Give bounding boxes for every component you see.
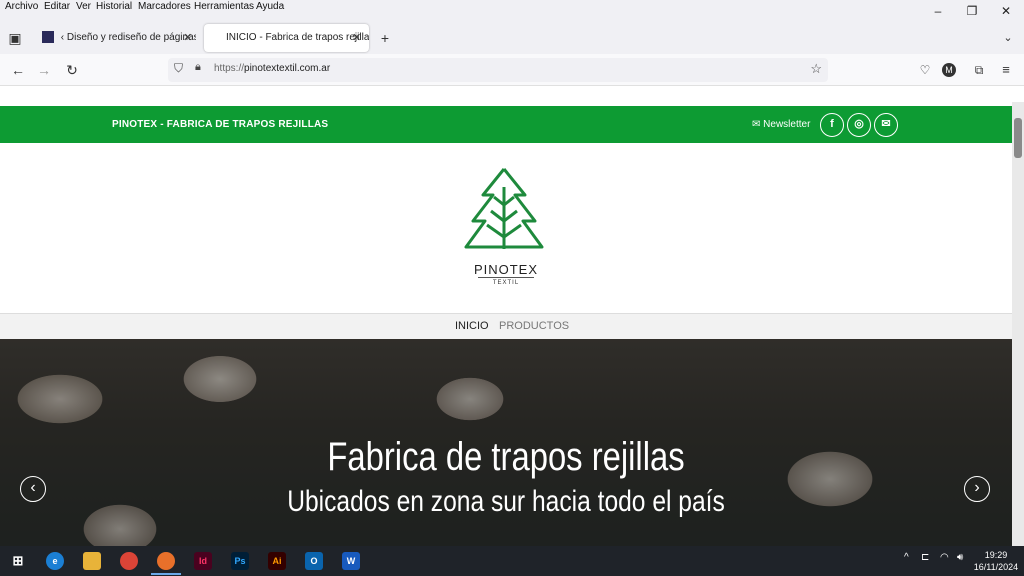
tab-diseno[interactable]: ‹ Diseño y rediseño de páginas	[36, 24, 196, 52]
bookmark-star-icon[interactable]: ☆	[810, 61, 822, 77]
menu-ayuda[interactable]: Ayuda	[256, 1, 284, 12]
restore-icon[interactable]: ❐	[959, 3, 985, 19]
close-tab-icon[interactable]: ✕	[352, 31, 361, 44]
logo-divider	[478, 277, 534, 278]
url-text[interactable]: https://pinotextextil.com.ar	[214, 63, 330, 74]
close-tab-icon[interactable]: ✕	[183, 31, 192, 44]
pocket-icon[interactable]: ♡	[915, 60, 935, 80]
menu-marcadores[interactable]: Marcadores	[138, 1, 191, 12]
indesign-icon[interactable]: Id	[194, 552, 212, 570]
word-icon[interactable]: W	[342, 552, 360, 570]
photoshop-icon[interactable]: Ps	[231, 552, 249, 570]
instagram-icon[interactable]: ◎	[847, 113, 871, 137]
tab-label: INICIO - Fabrica de trapos rejilla	[226, 32, 369, 43]
windows-taskbar: ⊞ e Id Ps Ai O W ^ ⊏ ◠ 🔊︎ 19:29 16/11/20…	[0, 546, 1024, 576]
slider-prev-icon[interactable]: ‹	[20, 476, 46, 502]
edge-icon[interactable]: e	[46, 552, 64, 570]
menu-inicio[interactable]: INICIO	[455, 320, 489, 332]
top-green-bar: PINOTEX - FABRICA DE TRAPOS REJILLAS ✉ N…	[0, 106, 1012, 143]
wifi-icon[interactable]: ◠	[940, 552, 949, 563]
illustrator-icon[interactable]: Ai	[268, 552, 286, 570]
menu-historial[interactable]: Historial	[96, 1, 132, 12]
lock-icon[interactable]: 🔒︎	[195, 61, 201, 74]
menu-archivo[interactable]: Archivo	[5, 1, 38, 12]
tab-overview-icon[interactable]: ▣	[5, 28, 25, 48]
pine-tree-logo-icon[interactable]	[463, 165, 545, 257]
menu-productos[interactable]: PRODUCTOS	[499, 320, 569, 332]
reload-icon[interactable]: ↻	[62, 60, 82, 80]
scrollbar-thumb[interactable]	[1014, 118, 1022, 158]
tracking-shield-icon[interactable]: ⛉	[174, 61, 183, 76]
favicon-icon	[42, 31, 54, 44]
account-avatar-icon[interactable]: M	[942, 63, 956, 77]
clock-date: 16/11/2024	[973, 562, 1019, 572]
logo-name: PINOTEX	[473, 262, 539, 277]
site-brand[interactable]: PINOTEX - FABRICA DE TRAPOS REJILLAS	[112, 119, 328, 130]
windows-start-icon[interactable]: ⊞	[9, 552, 27, 570]
system-clock[interactable]: 19:29 16/11/2024	[972, 549, 1020, 573]
newsletter-link[interactable]: ✉ Newsletter	[752, 119, 810, 130]
envelope-icon: ✉	[752, 119, 764, 130]
close-window-icon[interactable]: ✕	[993, 3, 1019, 19]
volume-icon[interactable]: 🔊︎	[957, 552, 963, 563]
address-bar[interactable]: ⛉ 🔒︎ https://pinotextextil.com.ar ☆	[168, 58, 828, 82]
tab-label: ‹ Diseño y rediseño de páginas	[60, 32, 196, 43]
clock-time: 19:29	[984, 550, 1008, 560]
hamburger-menu-icon[interactable]: ≡	[996, 60, 1016, 80]
list-tabs-icon[interactable]: ⌄	[998, 28, 1018, 48]
back-icon[interactable]: ←	[8, 60, 28, 80]
menu-ver[interactable]: Ver	[76, 1, 91, 12]
logo-area: PINOTEX TEXTIL	[0, 143, 1012, 313]
logo-subtitle: TEXTIL	[492, 280, 520, 286]
minimize-icon[interactable]: –	[925, 3, 951, 19]
firefox-icon[interactable]	[157, 552, 175, 570]
hero-slider: Fabrica de trapos rejillas Ubicados en z…	[0, 339, 1012, 546]
tab-inicio[interactable]: INICIO - Fabrica de trapos rejilla	[204, 24, 369, 52]
navigation-bar: ← → ↻ ⛉ 🔒︎ https://pinotextextil.com.ar …	[0, 54, 1024, 86]
outlook-icon[interactable]: O	[305, 552, 323, 570]
site-menu: INICIO PRODUCTOS	[0, 313, 1012, 339]
new-tab-icon[interactable]: +	[375, 28, 395, 48]
network-device-icon[interactable]: ⊏	[921, 552, 929, 563]
chrome-icon[interactable]	[120, 552, 138, 570]
hero-subtitle: Ubicados en zona sur hacia todo el país	[287, 485, 725, 518]
tab-bar: ▣ ‹ Diseño y rediseño de páginas ✕ INICI…	[0, 24, 1024, 54]
menu-editar[interactable]: Editar	[44, 1, 70, 12]
extensions-icon[interactable]: ⧉	[969, 60, 989, 80]
hero-title: Fabrica de trapos rejillas	[327, 435, 685, 479]
file-explorer-icon[interactable]	[83, 552, 101, 570]
email-icon[interactable]: ✉	[874, 113, 898, 137]
slider-next-icon[interactable]: ›	[964, 476, 990, 502]
tray-chevron-icon[interactable]: ^	[904, 552, 909, 563]
menu-herramientas[interactable]: Herramientas	[194, 1, 254, 12]
scrollbar[interactable]	[1012, 102, 1024, 546]
forward-icon[interactable]: →	[34, 60, 54, 80]
active-app-indicator	[151, 573, 181, 575]
facebook-icon[interactable]: f	[820, 113, 844, 137]
page-viewport: PINOTEX - FABRICA DE TRAPOS REJILLAS ✉ N…	[0, 86, 1024, 546]
menu-bar: Archivo Editar Ver Historial Marcadores …	[0, 0, 1024, 24]
